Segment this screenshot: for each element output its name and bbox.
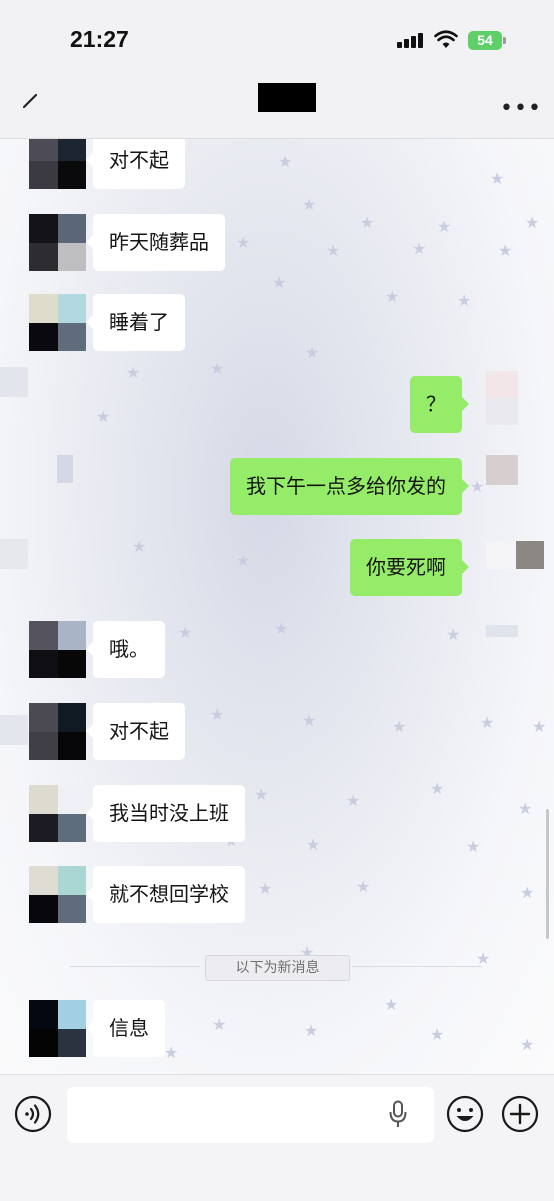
contact-avatar[interactable]	[29, 1000, 86, 1057]
wallpaper-star-icon: ★	[518, 799, 533, 818]
contact-avatar[interactable]	[29, 621, 86, 678]
blurred-block	[486, 625, 518, 637]
wallpaper-star-icon: ★	[306, 835, 321, 854]
incoming-message-bubble[interactable]: 哦。	[86, 621, 165, 678]
scrollbar[interactable]	[546, 809, 549, 939]
incoming-message-bubble[interactable]: 就不想回学校	[86, 866, 245, 923]
chat-title-redacted	[258, 83, 316, 112]
wallpaper-star-icon: ★	[520, 883, 535, 902]
back-arrow-icon[interactable]	[18, 90, 42, 114]
wallpaper-star-icon: ★	[466, 837, 481, 856]
wallpaper-star-icon: ★	[302, 195, 317, 214]
blurred-block	[486, 455, 518, 485]
battery-icon: 54	[468, 31, 502, 50]
wallpaper-star-icon: ★	[126, 363, 141, 382]
blurred-block	[486, 371, 518, 397]
emoji-icon[interactable]	[446, 1095, 484, 1133]
blurred-block	[57, 455, 73, 483]
clock-time: 21:27	[70, 26, 129, 52]
status-bar: 21:27 54	[0, 0, 554, 80]
outgoing-message-bubble[interactable]: 我下午一点多给你发的	[230, 458, 469, 515]
wallpaper-star-icon: ★	[430, 1025, 445, 1044]
wallpaper-star-icon: ★	[356, 877, 371, 896]
incoming-message-bubble[interactable]: 对不起	[86, 139, 185, 189]
wallpaper-star-icon: ★	[437, 217, 452, 236]
divider-line	[352, 966, 482, 967]
incoming-message-bubble[interactable]: 我当时没上班	[86, 785, 245, 842]
wallpaper-star-icon: ★	[132, 537, 147, 556]
wallpaper-star-icon: ★	[210, 359, 225, 378]
wallpaper-star-icon: ★	[236, 551, 251, 570]
input-bar	[0, 1074, 554, 1201]
wallpaper-star-icon: ★	[457, 291, 472, 310]
new-messages-divider: 以下为新消息	[205, 955, 350, 981]
wallpaper-star-icon: ★	[430, 779, 445, 798]
wallpaper-star-icon: ★	[210, 705, 225, 724]
wallpaper-star-icon: ★	[212, 1015, 227, 1034]
wallpaper-star-icon: ★	[254, 785, 269, 804]
divider-line	[70, 966, 200, 967]
blurred-block	[486, 541, 516, 569]
blurred-block	[516, 541, 544, 569]
blurred-block	[486, 397, 518, 425]
incoming-message-bubble[interactable]: 睡着了	[86, 294, 185, 351]
wallpaper-star-icon: ★	[326, 241, 341, 260]
message-list[interactable]: ★ ★ ★ ★ ★ ★ ★ ★ ★ ★ ★ ★ ★ ★ ★ ★ ★ ★ ★ ★ ★ ★ ★ ★ ★ ★ ★ ★ ★ ★ ★ ★ ★ ★ ★ ★ ★ ★ ★ ★…	[0, 139, 554, 1074]
wallpaper-star-icon: ★	[178, 623, 193, 642]
wallpaper-star-icon: ★	[384, 995, 399, 1014]
contact-avatar[interactable]	[29, 294, 86, 351]
wallpaper-star-icon: ★	[532, 717, 547, 736]
wallpaper-star-icon: ★	[525, 213, 540, 232]
contact-avatar[interactable]	[29, 214, 86, 271]
voice-icon[interactable]	[14, 1095, 52, 1133]
wallpaper-star-icon: ★	[385, 287, 400, 306]
contact-avatar[interactable]	[29, 785, 86, 842]
wifi-icon	[434, 30, 458, 48]
blurred-block	[0, 715, 28, 745]
wallpaper-star-icon: ★	[278, 152, 293, 171]
wallpaper-star-icon: ★	[302, 711, 317, 730]
wallpaper-star-icon: ★	[392, 717, 407, 736]
chat-header: •••	[0, 80, 554, 139]
wallpaper-star-icon: ★	[360, 213, 375, 232]
wallpaper-star-icon: ★	[412, 239, 427, 258]
cellular-signal-icon	[397, 32, 425, 48]
wallpaper-star-icon: ★	[498, 241, 513, 260]
incoming-message-bubble[interactable]: 昨天随葬品	[86, 214, 225, 271]
battery-terminal	[503, 37, 506, 44]
blurred-block	[0, 539, 28, 569]
wallpaper-star-icon: ★	[480, 713, 495, 732]
wallpaper-star-icon: ★	[346, 791, 361, 810]
outgoing-message-bubble[interactable]: 你要死啊	[350, 539, 469, 596]
wallpaper-star-icon: ★	[164, 1043, 179, 1062]
contact-avatar[interactable]	[29, 703, 86, 760]
outgoing-message-bubble[interactable]: ？	[410, 376, 469, 433]
wallpaper-star-icon: ★	[272, 273, 287, 292]
wallpaper-star-icon: ★	[520, 1035, 535, 1054]
wallpaper-star-icon: ★	[305, 343, 320, 362]
incoming-message-bubble[interactable]: 对不起	[86, 703, 185, 760]
wallpaper-star-icon: ★	[96, 407, 111, 426]
wallpaper-star-icon: ★	[476, 949, 491, 968]
more-icon[interactable]: •••	[500, 98, 542, 120]
contact-avatar[interactable]	[29, 139, 86, 189]
wallpaper-star-icon: ★	[274, 619, 289, 638]
wallpaper-star-icon: ★	[236, 233, 251, 252]
contact-avatar[interactable]	[29, 866, 86, 923]
wallpaper-star-icon: ★	[470, 477, 485, 496]
wallpaper-star-icon: ★	[304, 1021, 319, 1040]
blurred-block	[0, 367, 28, 397]
message-input[interactable]	[67, 1087, 434, 1143]
wallpaper-star-icon: ★	[446, 625, 461, 644]
incoming-message-bubble[interactable]: 信息	[86, 1000, 165, 1057]
microphone-icon[interactable]	[388, 1100, 408, 1130]
plus-icon[interactable]	[501, 1095, 539, 1133]
wallpaper-star-icon: ★	[258, 879, 273, 898]
wallpaper-star-icon: ★	[490, 169, 505, 188]
